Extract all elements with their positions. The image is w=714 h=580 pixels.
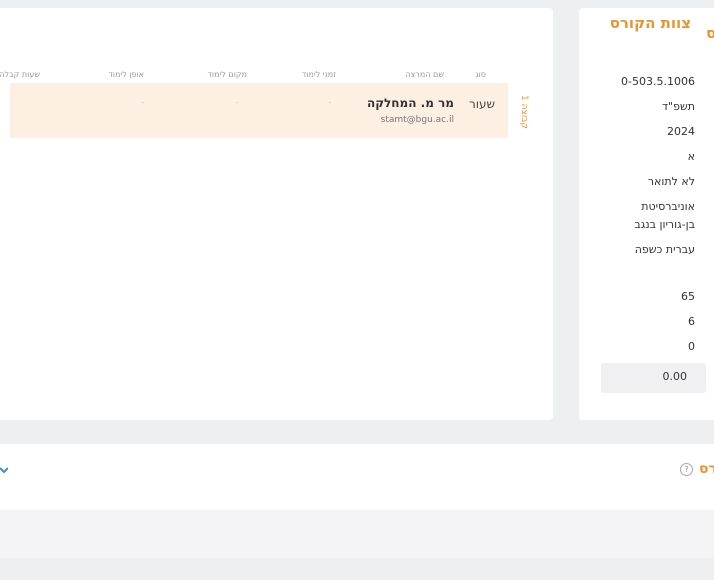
course-team-card [0,8,553,420]
course-number: 0-503.5.1006 [621,75,695,88]
academic-year: תשפ"ד [662,100,695,113]
course-details-title: ס [706,24,714,42]
column-header-lecturer-name: שם המרצה [405,70,444,79]
grade-field: 0.00 [601,363,706,393]
calendar-year: 2024 [667,125,695,138]
group-label: קבוצה 1 [519,95,529,129]
grade-value: 0.00 [662,370,688,383]
lecturer-email-link[interactable]: stamt@bgu.ac.il [381,115,454,125]
course-details-card: ס [579,8,714,420]
study-place-value: - [235,98,239,108]
detail-number-1: 65 [681,290,695,303]
detail-number-3: 0 [688,340,695,353]
study-mode-value: - [141,98,145,108]
study-times-value: - [328,98,332,108]
help-icon[interactable]: ? [680,463,693,476]
semester: א [687,150,695,163]
column-header-type: סוג [475,70,486,79]
detail-number-2: 6 [688,315,695,328]
column-header-office-hours: שעות קבלה [0,70,40,79]
teaching-language: עברית כשפה [634,243,695,256]
lower-section [0,510,714,558]
department-line-1: אוניברסיטת [641,200,695,213]
lecturer-name: מר מ. המחלקה [366,96,454,110]
syllabus-card [0,444,714,510]
course-team-title: צוות הקורס [609,14,691,32]
chevron-down-icon[interactable] [0,466,8,474]
column-header-study-mode: אופן לימוד [108,70,144,79]
degree-level: לא לתואר [647,175,695,188]
syllabus-title: רס [699,461,714,477]
table-row [10,83,508,138]
department-line-2: בן-גוריון בנגב [634,218,695,231]
lecturer-type: שעור [468,97,495,111]
column-header-study-times: זמני לימוד [301,70,336,79]
column-header-study-place: מקום לימוד [207,70,247,79]
